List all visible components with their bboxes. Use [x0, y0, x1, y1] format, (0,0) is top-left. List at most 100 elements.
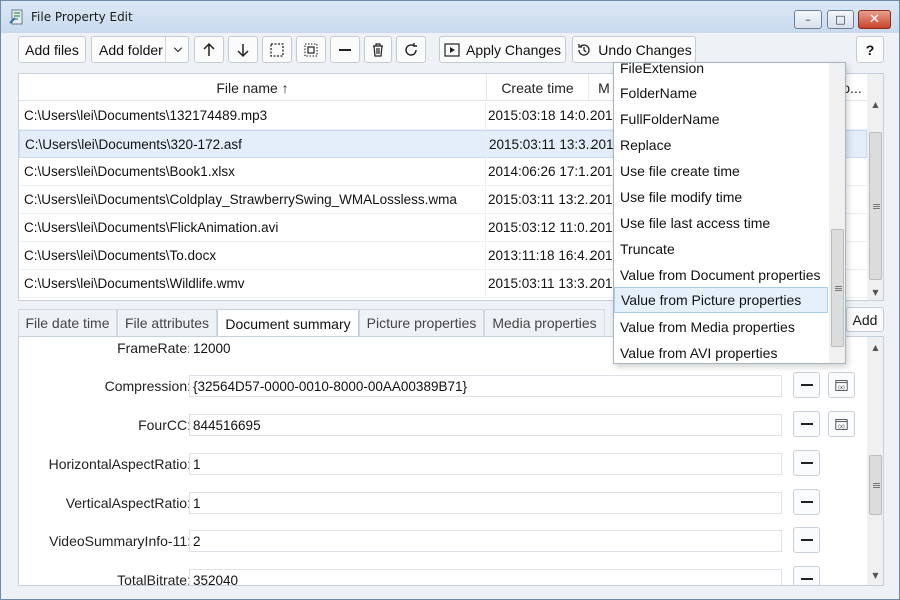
file-list-scrollbar[interactable]: ▲ ▼	[867, 74, 883, 300]
close-button[interactable]: ✕	[858, 10, 891, 29]
add-folder-dropdown[interactable]	[165, 37, 189, 62]
property-row-total-bitrate: TotalBitrate: 352040	[19, 566, 867, 586]
minus-icon	[800, 578, 813, 580]
column-header-file-name[interactable]: File name ↑	[19, 74, 487, 101]
property-row-horizontal-aspect-ratio: HorizontalAspectRatio: 1	[19, 450, 867, 483]
menu-item[interactable]: FullFolderName	[614, 106, 828, 132]
remove-property-button[interactable]	[793, 489, 820, 515]
remove-property-button[interactable]	[793, 527, 820, 553]
move-up-button[interactable]	[194, 36, 224, 63]
help-button[interactable]: ?	[856, 36, 884, 63]
add-property-button[interactable]: Add	[846, 307, 884, 332]
maximize-button[interactable]: □	[827, 10, 854, 29]
menu-item[interactable]: Replace	[614, 132, 828, 158]
remove-property-button[interactable]	[793, 411, 820, 437]
arrow-down-icon	[237, 43, 249, 57]
create-time-cell: 2014:06:26 17:1...	[488, 164, 597, 179]
select-inverse-icon	[304, 42, 318, 57]
property-value-field[interactable]: 1	[189, 492, 782, 514]
file-name-cell: C:\Users\lei\Documents\Coldplay_Strawber…	[24, 186, 486, 213]
property-value-field[interactable]: 1	[189, 453, 782, 475]
create-time-cell: 2015:03:12 11:0...	[488, 220, 596, 235]
scroll-thumb[interactable]	[869, 132, 882, 280]
tab-file-attributes[interactable]: File attributes	[117, 309, 217, 336]
scroll-up-arrow[interactable]: ▲	[867, 339, 883, 355]
refresh-button[interactable]	[396, 36, 426, 63]
add-folder-button[interactable]: Add folder	[91, 36, 189, 63]
scroll-up-arrow[interactable]: ▲	[867, 96, 883, 112]
minimize-button[interactable]: –	[794, 10, 822, 29]
menu-item[interactable]: Truncate	[614, 236, 828, 262]
property-value-field[interactable]: 352040	[189, 569, 782, 585]
menu-item[interactable]: Use file create time	[614, 158, 828, 184]
property-tabs: File date time File attributes Document …	[18, 309, 618, 337]
property-label: FourCC:	[138, 417, 191, 433]
column-header-create-time[interactable]: Create time	[487, 74, 589, 101]
svg-text:(x): (x)	[838, 384, 845, 390]
minus-icon	[800, 384, 813, 386]
menu-item-hovered[interactable]: Value from Picture properties	[614, 287, 828, 313]
title-bar[interactable]: File Property Edit – □ ✕	[1, 1, 899, 33]
scroll-down-arrow[interactable]: ▼	[867, 284, 883, 300]
window-title: File Property Edit	[31, 10, 133, 24]
remove-property-button[interactable]	[793, 450, 820, 476]
tab-media-properties[interactable]: Media properties	[484, 309, 605, 336]
expression-button[interactable]: (x)	[828, 372, 855, 398]
property-row-fourcc: FourCC: 844516695 (x)	[19, 411, 867, 444]
menu-item[interactable]: Use file modify time	[614, 184, 828, 210]
chevron-down-icon	[173, 46, 182, 52]
app-window: File Property Edit – □ ✕ Add files Add f…	[0, 0, 900, 600]
undo-changes-button[interactable]: Undo Changes	[572, 36, 696, 63]
history-icon	[578, 43, 590, 56]
menu-item[interactable]: Use file last access time	[614, 210, 828, 236]
menu-item[interactable]: Value from Document properties	[614, 262, 828, 288]
scroll-thumb[interactable]	[869, 455, 882, 515]
value-source-dropdown[interactable]: FileExtension FolderName FullFolderName …	[613, 62, 846, 364]
property-row-vertical-aspect-ratio: VerticalAspectRatio: 1	[19, 489, 867, 522]
property-label: TotalBitrate:	[117, 572, 191, 586]
tab-picture-properties[interactable]: Picture properties	[359, 309, 484, 336]
remove-property-button[interactable]	[793, 372, 820, 398]
arrow-up-icon	[203, 42, 215, 56]
property-value-field[interactable]: 844516695	[189, 414, 782, 436]
expression-button[interactable]: (x)	[828, 411, 855, 437]
property-value-field[interactable]: {32564D57-0000-0010-8000-00AA00389B71}	[189, 375, 782, 397]
file-name-cell: C:\Users\lei\Documents\Book1.xlsx	[24, 158, 486, 185]
menu-item[interactable]: FolderName	[614, 80, 828, 106]
delete-button[interactable]	[364, 36, 392, 63]
select-all-button[interactable]	[262, 36, 292, 63]
property-label: Compression:	[104, 378, 191, 394]
minus-icon	[339, 48, 351, 51]
trash-icon	[373, 42, 383, 57]
move-down-button[interactable]	[228, 36, 258, 63]
add-folder-label: Add folder	[99, 41, 163, 58]
property-value-field[interactable]: 2	[189, 530, 782, 552]
property-label: VerticalAspectRatio:	[65, 495, 191, 511]
property-label: HorizontalAspectRatio:	[48, 456, 191, 472]
minus-icon	[800, 462, 813, 464]
menu-item[interactable]: Value from AVI properties	[614, 340, 828, 363]
apply-changes-button[interactable]: Apply Changes	[439, 36, 566, 63]
select-none-button[interactable]	[296, 36, 326, 63]
scroll-thumb[interactable]	[831, 229, 844, 347]
create-time-cell: 2015:03:11 13:3...	[488, 276, 596, 291]
property-row-compression: Compression: {32564D57-0000-0010-8000-00…	[19, 372, 867, 405]
properties-scrollbar[interactable]: ▲ ▼	[867, 337, 883, 585]
add-files-button[interactable]: Add files	[18, 36, 86, 63]
menu-item[interactable]: Value from Media properties	[614, 314, 828, 340]
scroll-down-arrow[interactable]: ▼	[867, 567, 883, 583]
create-time-cell: 2015:03:11 13:3...	[489, 137, 597, 152]
dropdown-scrollbar[interactable]	[829, 63, 845, 363]
create-time-cell: 2013:11:18 16:4...	[488, 248, 596, 263]
remove-property-button[interactable]	[793, 566, 820, 585]
app-icon	[9, 9, 23, 25]
minus-icon	[800, 423, 813, 425]
remove-button[interactable]	[330, 36, 360, 63]
create-time-cell: 2015:03:18 14:0...	[488, 108, 597, 123]
tab-document-summary[interactable]: Document summary	[217, 309, 359, 337]
play-icon	[444, 42, 460, 57]
properties-panel: FrameRate: 12000 Compression: {32564D57-…	[18, 336, 884, 586]
expression-icon: (x)	[835, 418, 848, 430]
menu-item[interactable]: FileExtension	[614, 63, 828, 81]
tab-file-date-time[interactable]: File date time	[18, 309, 117, 336]
